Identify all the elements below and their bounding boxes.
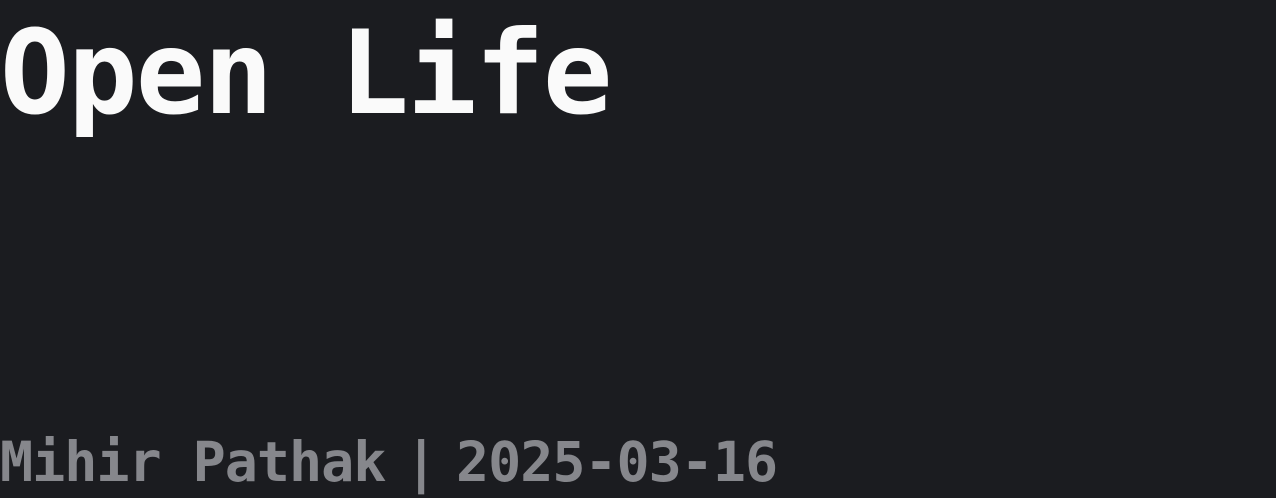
- post-author: Mihir Pathak: [0, 430, 386, 494]
- post-date: 2025-03-16: [455, 430, 778, 494]
- post-meta: Mihir Pathak | 2025-03-16: [0, 428, 778, 496]
- post-title: Open Life: [0, 6, 613, 141]
- meta-separator: |: [404, 430, 438, 494]
